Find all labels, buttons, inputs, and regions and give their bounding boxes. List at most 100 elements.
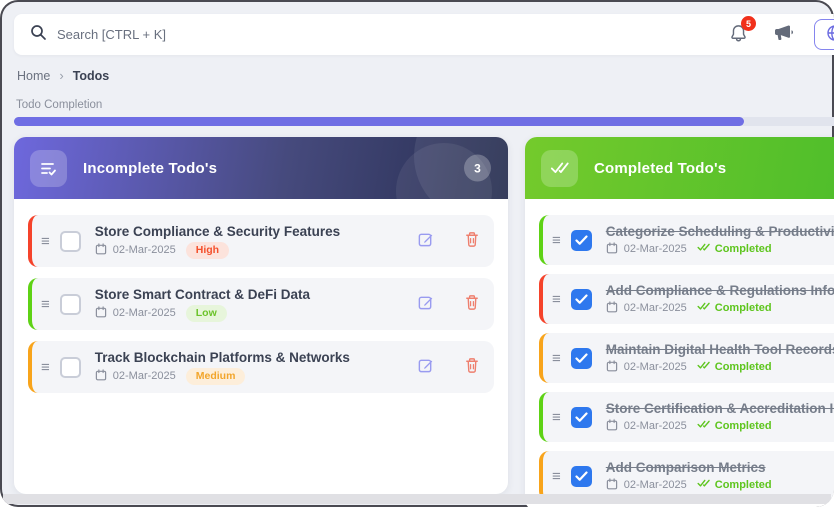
todo-text: Store Compliance & Security Features 02-… bbox=[95, 224, 340, 259]
todo-checkbox[interactable] bbox=[60, 231, 81, 252]
search-bar[interactable] bbox=[30, 24, 729, 46]
search-input[interactable] bbox=[57, 27, 357, 42]
completed-status: Completed bbox=[697, 302, 772, 314]
completed-status: Completed bbox=[697, 479, 772, 491]
todo-text: Track Blockchain Platforms & Networks 02… bbox=[95, 350, 350, 385]
double-check-small-icon bbox=[697, 420, 711, 432]
row-actions bbox=[415, 292, 482, 316]
double-check-small-icon bbox=[697, 243, 711, 255]
megaphone-icon bbox=[774, 24, 794, 45]
completed-todo-row[interactable]: ≡ Categorize Scheduling & Productivity A… bbox=[539, 215, 834, 265]
breadcrumb-home-link[interactable]: Home bbox=[17, 69, 50, 83]
drag-handle-icon[interactable]: ≡ bbox=[552, 292, 561, 307]
completed-status-text: Completed bbox=[715, 420, 772, 432]
incomplete-count-badge: 3 bbox=[464, 155, 491, 182]
trash-icon bbox=[464, 231, 480, 251]
todo-checkbox-checked[interactable] bbox=[571, 348, 592, 369]
completed-todo-row[interactable]: ≡ Store Certification & Accreditation In… bbox=[539, 392, 834, 442]
todo-checkbox-checked[interactable] bbox=[571, 230, 592, 251]
calendar-icon bbox=[606, 419, 618, 434]
todo-date: 02-Mar-2025 bbox=[113, 244, 176, 256]
search-icon bbox=[30, 24, 47, 46]
incomplete-todo-row[interactable]: ≡ Store Smart Contract & DeFi Data 02-Ma… bbox=[28, 278, 494, 330]
incomplete-todo-row[interactable]: ≡ Store Compliance & Security Features 0… bbox=[28, 215, 494, 267]
app-window: 5 Home › Todos Todo Completion bbox=[0, 0, 834, 507]
calendar-icon bbox=[606, 478, 618, 493]
completed-todo-row[interactable]: ≡ Maintain Digital Health Tool Records 0… bbox=[539, 333, 834, 383]
todo-date: 02-Mar-2025 bbox=[624, 243, 687, 255]
completed-card-header: Completed Todo's bbox=[525, 137, 834, 199]
todo-title: Track Blockchain Platforms & Networks bbox=[95, 350, 350, 365]
horizontal-scrollbar[interactable] bbox=[3, 494, 831, 504]
todo-meta: 02-Mar-2025 Completed bbox=[606, 242, 834, 257]
language-selector-button[interactable] bbox=[814, 19, 834, 50]
topbar-actions: 5 bbox=[729, 19, 834, 50]
todo-completion-label: Todo Completion bbox=[16, 99, 102, 111]
notifications-button[interactable]: 5 bbox=[729, 23, 748, 46]
drag-handle-icon[interactable]: ≡ bbox=[552, 351, 561, 366]
todo-text: Store Smart Contract & DeFi Data 02-Mar-… bbox=[95, 287, 310, 322]
calendar-icon bbox=[95, 243, 107, 258]
completed-todos-card: Completed Todo's ≡ Categorize Scheduling… bbox=[525, 137, 834, 507]
todo-checkbox[interactable] bbox=[60, 294, 81, 315]
todo-meta: 02-Mar-2025 Completed bbox=[606, 478, 772, 493]
drag-handle-icon[interactable]: ≡ bbox=[552, 233, 561, 248]
delete-todo-button[interactable] bbox=[462, 229, 482, 253]
todo-date: 02-Mar-2025 bbox=[624, 479, 687, 491]
edit-icon bbox=[417, 231, 434, 251]
completed-card-title: Completed Todo's bbox=[594, 160, 726, 177]
topbar: 5 bbox=[14, 14, 834, 55]
todo-title: Store Compliance & Security Features bbox=[95, 224, 340, 239]
delete-todo-button[interactable] bbox=[462, 355, 482, 379]
completed-status: Completed bbox=[697, 420, 772, 432]
completed-status-text: Completed bbox=[715, 479, 772, 491]
todo-cards: Incomplete Todo's 3 ≡ Store Compliance &… bbox=[14, 137, 834, 507]
edit-todo-button[interactable] bbox=[415, 229, 436, 253]
edit-todo-button[interactable] bbox=[415, 292, 436, 316]
drag-handle-icon[interactable]: ≡ bbox=[41, 297, 50, 312]
drag-handle-icon[interactable]: ≡ bbox=[41, 360, 50, 375]
priority-badge: Medium bbox=[186, 368, 246, 385]
todo-checkbox-checked[interactable] bbox=[571, 289, 592, 310]
todo-date: 02-Mar-2025 bbox=[624, 302, 687, 314]
drag-handle-icon[interactable]: ≡ bbox=[552, 410, 561, 425]
completed-todo-row[interactable]: ≡ Add Compliance & Regulations Info 02-M… bbox=[539, 274, 834, 324]
todo-meta: 02-Mar-2025 Completed bbox=[606, 419, 834, 434]
todo-title: Add Compliance & Regulations Info bbox=[606, 283, 834, 298]
double-check-small-icon bbox=[697, 361, 711, 373]
trash-icon bbox=[464, 294, 480, 314]
todo-title: Maintain Digital Health Tool Records bbox=[606, 342, 834, 357]
completed-todo-list: ≡ Categorize Scheduling & Productivity A… bbox=[525, 199, 834, 501]
todo-title: Store Smart Contract & DeFi Data bbox=[95, 287, 310, 302]
progress-fill bbox=[14, 117, 744, 126]
incomplete-todos-card: Incomplete Todo's 3 ≡ Store Compliance &… bbox=[14, 137, 508, 494]
drag-handle-icon[interactable]: ≡ bbox=[41, 234, 50, 249]
calendar-icon bbox=[95, 369, 107, 384]
todo-text: Add Comparison Metrics 02-Mar-2025 bbox=[606, 460, 772, 493]
incomplete-todo-row[interactable]: ≡ Track Blockchain Platforms & Networks … bbox=[28, 341, 494, 393]
priority-badge: Low bbox=[186, 305, 227, 322]
todo-checkbox-checked[interactable] bbox=[571, 466, 592, 487]
priority-badge: High bbox=[186, 242, 229, 259]
todo-text: Add Compliance & Regulations Info 02-Mar… bbox=[606, 283, 834, 316]
todo-completion-progressbar bbox=[14, 117, 834, 126]
todo-date: 02-Mar-2025 bbox=[624, 420, 687, 432]
todo-title: Store Certification & Accreditation Info bbox=[606, 401, 834, 416]
list-check-icon bbox=[30, 150, 67, 187]
todo-meta: 02-Mar-2025 Completed bbox=[606, 360, 834, 375]
delete-todo-button[interactable] bbox=[462, 292, 482, 316]
todo-checkbox[interactable] bbox=[60, 357, 81, 378]
todo-checkbox-checked[interactable] bbox=[571, 407, 592, 428]
edit-todo-button[interactable] bbox=[415, 355, 436, 379]
incomplete-card-title: Incomplete Todo's bbox=[83, 160, 217, 177]
double-check-small-icon bbox=[697, 302, 711, 314]
todo-title: Categorize Scheduling & Productivity App… bbox=[606, 224, 834, 239]
incomplete-todo-list: ≡ Store Compliance & Security Features 0… bbox=[14, 199, 508, 393]
announcements-button[interactable] bbox=[774, 24, 794, 45]
drag-handle-icon[interactable]: ≡ bbox=[552, 469, 561, 484]
todo-title: Add Comparison Metrics bbox=[606, 460, 772, 475]
todo-meta: 02-Mar-2025 Medium bbox=[95, 368, 350, 385]
trash-icon bbox=[464, 357, 480, 377]
edit-icon bbox=[417, 357, 434, 377]
todo-date: 02-Mar-2025 bbox=[624, 361, 687, 373]
